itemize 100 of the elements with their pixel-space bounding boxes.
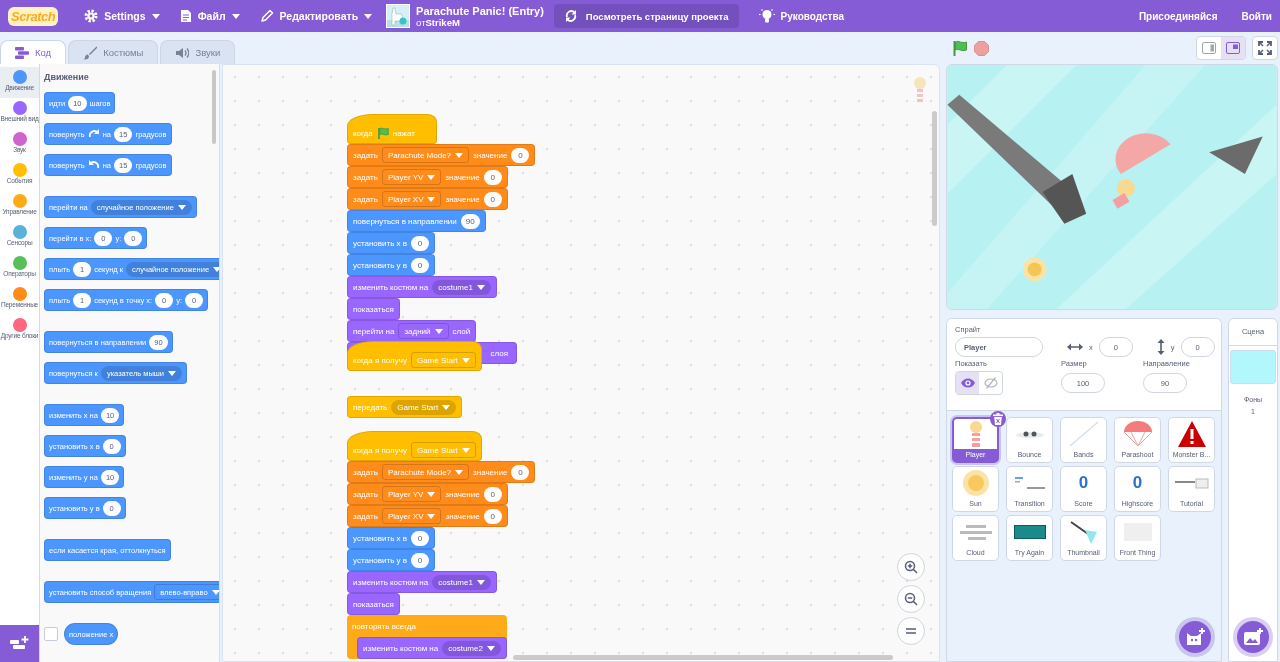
show-button[interactable] [956,372,979,394]
caret-icon [177,204,186,210]
number-input[interactable]: 0 [411,552,430,568]
flag-icon[interactable] [952,40,968,56]
scrollbar[interactable] [212,70,216,144]
code-block[interactable]: изменить костюм на costume1 [347,276,497,298]
cat-plus-icon [1184,627,1206,647]
dropdown[interactable]: costume2 [442,640,501,656]
turn-right-icon [87,128,100,140]
block-label: перейти на [353,326,395,336]
code-block[interactable]: задать Parachute Mode? значение 0 [347,461,536,483]
code-block[interactable]: повернуться в направлении 90 [347,210,486,232]
sign-in-link[interactable]: Войти [1229,10,1280,22]
block-label: задать [353,194,378,204]
dropdown[interactable]: costume1 [432,574,491,590]
code-block[interactable]: показаться [347,593,400,615]
zoom-in-button[interactable] [897,553,925,581]
block-label: изменить костюм на [363,643,439,653]
checkbox[interactable] [44,627,58,641]
block-label: показаться [353,599,394,609]
editor-tab[interactable]: Код [0,40,67,64]
number-input[interactable]: 0 [411,235,430,251]
delete-button[interactable] [990,411,1006,427]
text-lines-icon [1014,477,1045,489]
block-label: слой [452,326,471,336]
number-input[interactable]: 0 [411,530,430,546]
code-block[interactable]: изменить костюм на costume2 [357,637,507,659]
speaker-icon [175,46,190,59]
block-label: повторять всегда [352,621,416,631]
block-label: когда я получу [353,445,407,455]
add-extension-icon [9,635,30,652]
scrollbar[interactable] [513,655,893,660]
layout-icon [1202,42,1216,54]
number-input[interactable]: 0 [411,257,430,273]
caret-icon [151,13,160,19]
caret-icon [434,328,443,334]
code-block[interactable]: перейти на задний слой [347,320,477,342]
join-link[interactable]: Присоединяйся [1126,10,1230,22]
menu-button[interactable]: Редактировать [249,0,383,32]
caret-icon [168,370,176,376]
code-block[interactable]: задать Parachute Mode? значение 0 [347,144,536,166]
stop-icon[interactable] [974,40,989,56]
block-label: задать [353,467,378,477]
zoom-out-icon [904,592,918,606]
number-input[interactable]: 0 [483,486,502,502]
trash-icon [993,413,1003,425]
menu-button[interactable]: Файл [169,0,250,32]
number-input[interactable]: 0 [483,508,502,524]
normal-stage-button[interactable] [1221,37,1245,59]
choose-backdrop-button[interactable] [1237,621,1269,653]
parachute-icon [1123,421,1152,447]
add-extension-button[interactable] [0,625,39,662]
code-block[interactable]: задать Player YV значение 0 [347,166,508,188]
category-heading: Движение [44,72,89,82]
choose-sprite-button[interactable] [1179,621,1211,653]
caret-icon [476,579,485,585]
see-project-page-button[interactable]: Посмотреть страницу проекта [553,4,739,28]
code-area[interactable] [222,64,940,662]
block-label: повернуться в направлении [353,216,457,226]
zoom-out-button[interactable] [897,585,925,613]
menu-button[interactable]: Settings [74,0,170,32]
caret-icon [427,513,436,519]
code-block[interactable]: задать Player XV значение 0 [347,505,508,527]
number-input[interactable]: 0 [511,464,530,480]
block-label: нажат [392,128,415,138]
eyes-icon [1015,430,1044,438]
number-input[interactable]: 0 [483,191,502,207]
line-icon [1068,421,1099,447]
caret-icon [427,491,436,497]
code-block[interactable]: установить x в 0 [347,527,436,549]
project-author[interactable]: отStrikeM [416,16,544,28]
tutorials-button[interactable]: Руководства [748,0,854,32]
code-block[interactable]: установить y в 0 [347,254,436,276]
code-block[interactable]: изменить костюм на costume1 [347,571,497,593]
fullscreen-button[interactable] [1252,36,1278,60]
fullscreen-icon [1258,41,1272,55]
block-label: установить y в [353,555,408,565]
loop-block[interactable]: повторять всегда изменить костюм на costume2 [347,615,507,659]
figure-icon [969,421,982,447]
caret-icon [461,447,470,453]
caret-icon [231,13,240,19]
code-block[interactable]: установить y в 0 [347,549,436,571]
scrollbar[interactable] [932,111,937,226]
digit-label: 0 [1132,473,1143,493]
caret-icon [455,469,464,475]
number-input[interactable]: 90 [460,213,480,229]
code-block[interactable]: задать Player YV значение 0 [347,483,508,505]
block-label: изменить костюм на [353,282,429,292]
caret-icon [476,284,485,290]
dropdown[interactable]: costume1 [432,279,491,295]
code-block[interactable]: установить x в 0 [347,232,436,254]
block-label: когда [353,128,373,138]
sun-icon [962,470,989,496]
dropdown[interactable]: задний [398,323,449,339]
reset-zoom-button[interactable] [897,617,925,645]
code-block[interactable]: показаться [347,298,400,320]
number-input[interactable]: 0 [511,147,530,163]
code-block[interactable]: задать Player XV значение 0 [347,188,508,210]
backdrop-thumbnail[interactable] [1230,350,1276,384]
number-input[interactable]: 0 [483,169,502,185]
